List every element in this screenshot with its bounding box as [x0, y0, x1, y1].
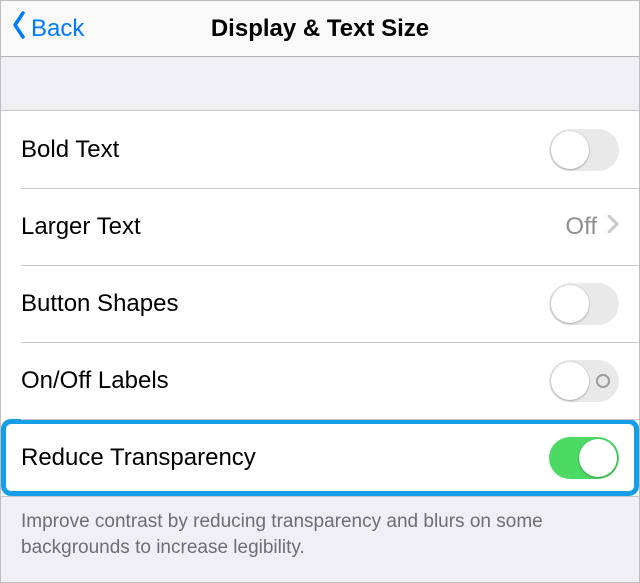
- toggle-knob: [551, 131, 589, 169]
- row-button-shapes: Button Shapes: [1, 265, 639, 342]
- row-label: Reduce Transparency: [21, 444, 549, 472]
- toggle-knob: [579, 439, 617, 477]
- onoff-labels-toggle[interactable]: [549, 360, 619, 402]
- row-bold-text: Bold Text: [1, 111, 639, 188]
- button-shapes-toggle[interactable]: [549, 283, 619, 325]
- row-value: Off: [565, 213, 597, 241]
- section-spacer: [1, 57, 639, 111]
- row-label: Bold Text: [21, 136, 549, 164]
- settings-screen: Back Display & Text Size Bold Text Large…: [0, 0, 640, 583]
- chevron-right-icon: [607, 215, 619, 238]
- back-label: Back: [31, 15, 84, 43]
- navigation-bar: Back Display & Text Size: [1, 1, 639, 57]
- row-onoff-labels: On/Off Labels: [1, 342, 639, 419]
- settings-list: Bold Text Larger Text Off Button Shapes …: [1, 111, 639, 496]
- toggle-knob: [551, 285, 589, 323]
- row-label: On/Off Labels: [21, 367, 549, 395]
- row-larger-text[interactable]: Larger Text Off: [1, 188, 639, 265]
- bold-text-toggle[interactable]: [549, 129, 619, 171]
- row-reduce-transparency: Reduce Transparency: [1, 419, 639, 496]
- off-indicator-icon: [596, 374, 610, 388]
- row-label: Button Shapes: [21, 290, 549, 318]
- toggle-knob: [551, 362, 589, 400]
- page-title: Display & Text Size: [1, 15, 639, 43]
- chevron-left-icon: [11, 11, 31, 46]
- reduce-transparency-toggle[interactable]: [549, 437, 619, 479]
- back-button[interactable]: Back: [1, 11, 84, 46]
- row-label: Larger Text: [21, 213, 565, 241]
- footer-description: Improve contrast by reducing transparenc…: [1, 497, 639, 560]
